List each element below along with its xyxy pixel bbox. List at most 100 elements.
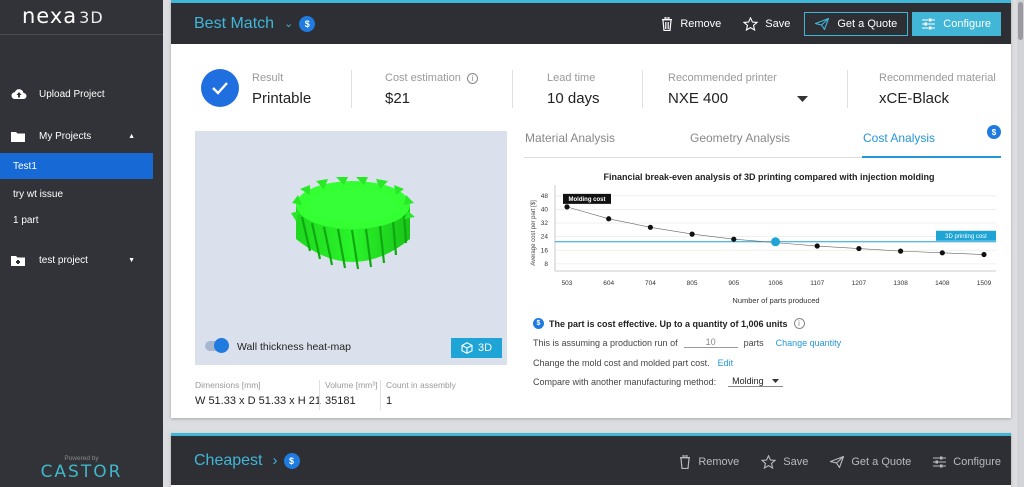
scrollbar[interactable] <box>1017 0 1024 487</box>
dollar-icon: $ <box>533 318 544 329</box>
change-quantity-link[interactable]: Change quantity <box>776 338 842 348</box>
solution-card-cheapest: Cheapest › $ Remove Save Get a Quote Con… <box>171 433 1011 487</box>
chart-x-tick: 1509 <box>977 280 992 287</box>
molding-data-point <box>731 236 737 242</box>
chevron-right-icon[interactable]: › <box>273 452 278 469</box>
gear-part-model[interactable] <box>290 177 416 273</box>
molding-data-point <box>939 250 945 256</box>
prop-volume: Volume [mm³] 35181 <box>325 380 378 407</box>
chart-y-tick: 32 <box>541 220 549 227</box>
molding-data-point <box>606 216 612 222</box>
folder-icon <box>11 131 27 142</box>
sidebar-subitem-1-part[interactable]: 1 part <box>0 207 153 233</box>
divider <box>380 380 381 410</box>
chart-y-tick: 16 <box>541 247 549 254</box>
chart-y-tick: 48 <box>541 193 549 200</box>
tab-geometry-analysis[interactable]: Geometry Analysis <box>690 131 790 145</box>
printable-check-icon <box>201 69 239 107</box>
summary-material: Recommended material xCE-Black <box>879 72 996 107</box>
toggle-knob <box>214 338 229 353</box>
trash-icon <box>680 455 691 469</box>
nexa3d-logo[interactable]: nexa 3D <box>22 4 104 28</box>
send-icon <box>815 17 830 30</box>
divider <box>319 380 320 410</box>
scrollbar-thumb[interactable] <box>1018 2 1023 40</box>
cube-icon <box>461 342 473 354</box>
sidebar-item-upload-project[interactable]: Upload Project <box>0 81 163 107</box>
prop-dimensions: Dimensions [mm] W 51.33 x D 51.33 x H 21 <box>195 380 321 407</box>
chart-x-tick: 604 <box>603 280 614 287</box>
solution-card-best-match: Best Match ⌄ $ Remove Save Get a Quote C… <box>171 0 1011 418</box>
printing-cost-label: 3D printing cost <box>945 234 987 240</box>
chart-x-tick: 704 <box>645 280 656 287</box>
save-button[interactable]: Save <box>761 455 808 469</box>
divider <box>512 70 513 108</box>
powered-by-label: Powered by <box>64 455 99 462</box>
tab-material-analysis[interactable]: Material Analysis <box>525 131 615 145</box>
sidebar-item-my-projects[interactable]: My Projects ▲ <box>0 123 163 149</box>
sidebar-item-label: My Projects <box>39 130 92 142</box>
molding-data-point <box>647 224 653 230</box>
production-run-input[interactable] <box>683 337 738 348</box>
get-a-quote-button[interactable]: Get a Quote <box>804 11 909 36</box>
trash-icon <box>662 16 673 31</box>
summary-lead-time: Lead time 10 days <box>547 72 600 107</box>
card-title[interactable]: Best Match <box>194 15 274 33</box>
info-icon[interactable]: i <box>793 318 805 329</box>
dollar-icon: $ <box>987 125 1001 139</box>
remove-button[interactable]: Remove <box>661 16 721 31</box>
prop-count: Count in assembly 1 <box>386 380 456 407</box>
chart-x-tick: 1308 <box>893 280 908 287</box>
chart-x-tick: 503 <box>562 280 573 287</box>
heatmap-toggle[interactable] <box>205 338 229 353</box>
dropdown-arrow-icon <box>797 95 808 102</box>
sidebar-item-label: Upload Project <box>39 88 105 100</box>
remove-button[interactable]: Remove <box>679 455 739 469</box>
view-3d-button[interactable]: 3D <box>451 338 502 358</box>
chart-x-tick: 905 <box>728 280 739 287</box>
caret-down-icon[interactable]: ▼ <box>128 257 135 264</box>
star-icon <box>743 16 759 31</box>
sliders-icon <box>922 18 936 29</box>
sidebar-item-test-project[interactable]: test project ▼ <box>0 247 163 273</box>
summary-printer[interactable]: Recommended printer NXE 400 <box>668 72 808 122</box>
card-actions: Remove Save Get a Quote Configure <box>639 3 1001 44</box>
dollar-icon: $ <box>283 452 300 469</box>
card-title[interactable]: Cheapest <box>194 452 263 470</box>
card-header: Cheapest › $ Remove Save Get a Quote Con… <box>171 433 1011 485</box>
molding-cost-label: Molding cost <box>569 197 606 203</box>
chevron-down-icon[interactable]: ⌄ <box>284 17 293 30</box>
sidebar: nexa 3D Upload Project My Projects ▲ Test… <box>0 0 163 487</box>
caret-up-icon[interactable]: ▲ <box>128 133 135 140</box>
chart-y-tick: 8 <box>544 261 548 268</box>
chart-x-tick: 1006 <box>768 280 783 287</box>
configure-button[interactable]: Configure <box>933 456 1001 468</box>
tab-cost-analysis[interactable]: Cost Analysis <box>863 131 935 145</box>
info-icon[interactable]: i <box>466 73 478 84</box>
main-content: Best Match ⌄ $ Remove Save Get a Quote C… <box>163 0 1024 487</box>
dollar-icon: $ <box>299 15 316 32</box>
card-header: Best Match ⌄ $ Remove Save Get a Quote C… <box>171 0 1011 44</box>
mold-cost-row: Change the mold cost and molded part cos… <box>533 358 734 368</box>
sidebar-item-label: test project <box>39 254 88 266</box>
summary-result: Result Printable <box>252 72 312 107</box>
get-a-quote-button[interactable]: Get a Quote <box>830 456 911 468</box>
production-run-row: This is assuming a production run of par… <box>533 337 841 348</box>
chart-y-axis-label: Average cost per part [$] <box>531 200 537 266</box>
break-even-point <box>771 237 780 247</box>
series-line-molding <box>566 206 985 255</box>
chart-title: Financial break-even analysis of 3D prin… <box>603 172 934 182</box>
part-3d-viewer[interactable]: Wall thickness heat-map 3D <box>195 131 507 365</box>
save-button[interactable]: Save <box>743 16 790 31</box>
configure-button[interactable]: Configure <box>912 11 1001 36</box>
divider <box>351 70 352 108</box>
chart-y-tick: 24 <box>541 234 549 241</box>
chart-x-tick: 805 <box>687 280 698 287</box>
molding-data-point <box>981 251 987 258</box>
edit-link[interactable]: Edit <box>718 358 734 368</box>
sidebar-subitem-try-wt-issue[interactable]: try wt issue <box>0 181 153 207</box>
send-icon <box>830 456 845 468</box>
sliders-icon <box>933 456 947 468</box>
manufacturing-method-select[interactable]: Molding <box>728 376 784 387</box>
sidebar-subitem-test1[interactable]: Test1 <box>0 153 153 179</box>
